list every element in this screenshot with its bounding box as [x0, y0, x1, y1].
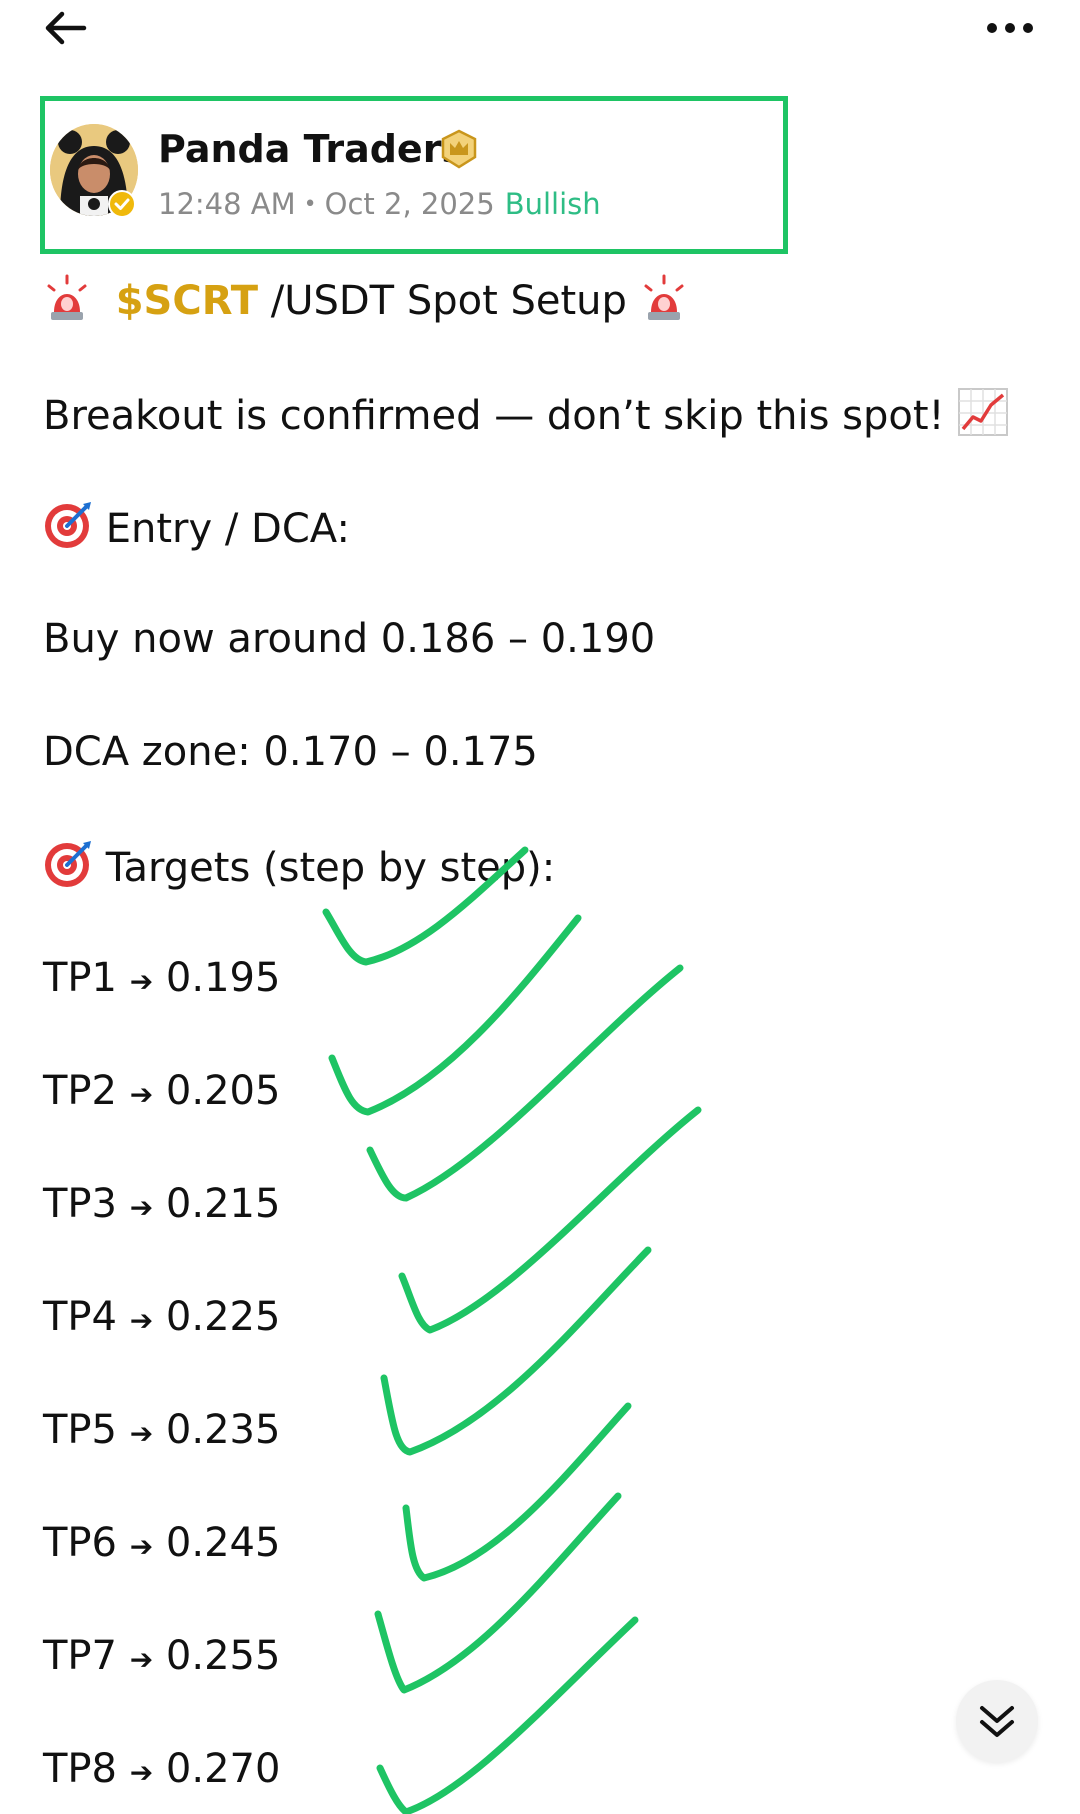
checkmark-icon — [376, 1616, 639, 1814]
back-button[interactable] — [40, 6, 90, 50]
checkmark-icon — [328, 914, 582, 1116]
post-title-text: /USDT Spot Setup — [258, 278, 640, 324]
siren-icon — [640, 274, 688, 335]
checkmark-icon — [380, 1246, 652, 1456]
post-breakout-line: Breakout is confirmed — don’t skip this … — [43, 387, 1009, 450]
target-label: TP5 — [43, 1407, 118, 1453]
author-highlight-box — [40, 96, 788, 254]
more-options-button[interactable] — [980, 10, 1040, 46]
targets-heading-text: Targets (step by step): — [93, 845, 556, 891]
more-dots-icon — [987, 23, 1033, 33]
arrow-right-icon: ➔ — [129, 1304, 154, 1337]
author-name[interactable]: Panda Traders — [158, 124, 464, 174]
target-row: TP1 ➔ 0.195 — [43, 952, 280, 1008]
sentiment-tag: Bullish — [504, 187, 601, 221]
breakout-text: Breakout is confirmed — don’t skip this … — [43, 393, 958, 439]
targets-heading: Targets (step by step): — [43, 839, 555, 902]
target-value: 0.225 — [165, 1294, 281, 1340]
target-row: TP8 ➔ 0.270 — [43, 1743, 280, 1799]
target-value: 0.215 — [165, 1181, 281, 1227]
entry-buy-line: Buy now around 0.186 – 0.190 — [43, 616, 656, 662]
target-row: TP7 ➔ 0.255 — [43, 1630, 280, 1686]
target-row: TP6 ➔ 0.245 — [43, 1517, 280, 1573]
target-label: TP1 — [43, 955, 118, 1001]
arrow-right-icon: ➔ — [129, 1643, 154, 1676]
arrow-right-icon: ➔ — [129, 1417, 154, 1450]
target-value: 0.270 — [165, 1746, 281, 1792]
arrow-right-icon: ➔ — [129, 1078, 154, 1111]
post-title: $SCRT /USDT Spot Setup — [43, 274, 688, 335]
target-value: 0.195 — [165, 955, 281, 1001]
post-time: 12:48 AM — [158, 187, 296, 221]
target-dart-icon — [43, 500, 93, 563]
arrow-right-icon: ➔ — [129, 1530, 154, 1563]
target-label: TP3 — [43, 1181, 118, 1227]
checkmark-icon — [398, 1106, 702, 1334]
arrow-left-icon — [45, 11, 87, 45]
double-chevron-down-icon — [980, 1706, 1014, 1737]
target-label: TP7 — [43, 1633, 118, 1679]
chart-increasing-icon — [957, 387, 1009, 450]
separator-dot: • — [303, 192, 317, 217]
target-value: 0.205 — [165, 1068, 281, 1114]
target-value: 0.255 — [165, 1633, 281, 1679]
target-label: TP2 — [43, 1068, 118, 1114]
target-value: 0.235 — [165, 1407, 281, 1453]
checkmark-icon — [402, 1402, 632, 1582]
target-row: TP4 ➔ 0.225 — [43, 1291, 280, 1347]
arrow-right-icon: ➔ — [129, 965, 154, 998]
target-row: TP3 ➔ 0.215 — [43, 1178, 280, 1234]
checkmark-icon — [374, 1492, 622, 1694]
arrow-right-icon: ➔ — [129, 1191, 154, 1224]
target-label: TP8 — [43, 1746, 118, 1792]
arrow-right-icon: ➔ — [129, 1756, 154, 1789]
entry-dca-line: DCA zone: 0.170 – 0.175 — [43, 729, 538, 775]
target-row: TP2 ➔ 0.205 — [43, 1065, 280, 1121]
verified-check-icon — [108, 190, 136, 218]
siren-icon — [43, 274, 91, 335]
top-bar — [0, 0, 1080, 60]
post-meta: 12:48 AM • Oct 2, 2025 Bullish — [158, 184, 601, 225]
checkmark-icon — [366, 964, 684, 1202]
scroll-to-bottom-button[interactable] — [956, 1680, 1038, 1762]
target-row: TP5 ➔ 0.235 — [43, 1404, 280, 1460]
target-label: TP4 — [43, 1294, 118, 1340]
target-label: TP6 — [43, 1520, 118, 1566]
entry-heading-text: Entry / DCA: — [93, 506, 350, 552]
entry-heading: Entry / DCA: — [43, 500, 350, 563]
crown-icon — [440, 129, 478, 169]
post-date: Oct 2, 2025 — [324, 187, 495, 221]
ticker-link[interactable]: $SCRT — [116, 278, 258, 324]
target-dart-icon — [43, 839, 93, 902]
target-value: 0.245 — [165, 1520, 281, 1566]
